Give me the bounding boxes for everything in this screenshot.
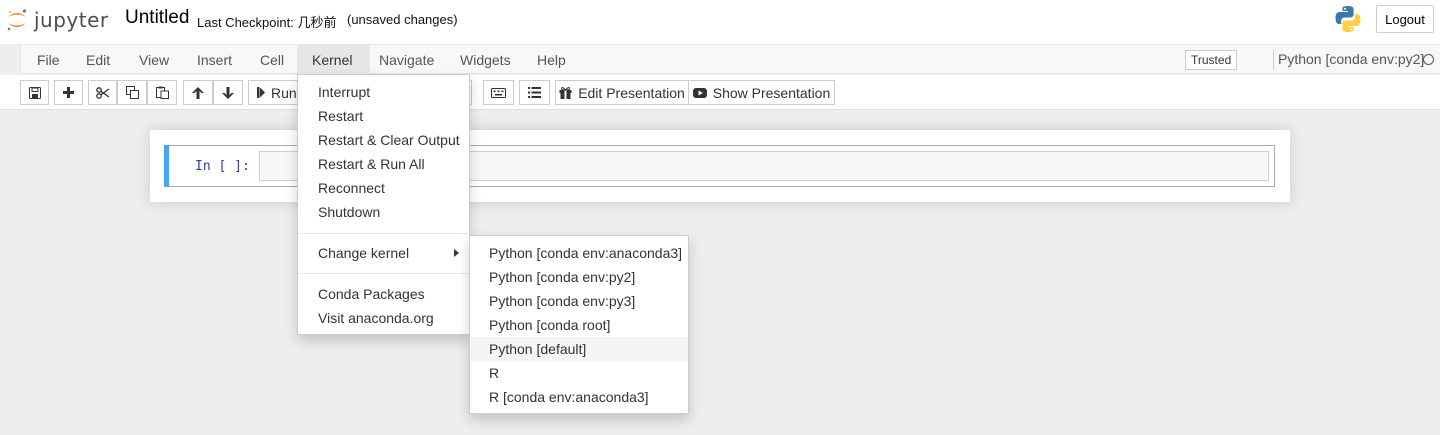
- paste-icon: [155, 86, 169, 99]
- move-cell-up-button[interactable]: [183, 80, 213, 105]
- menu-kernel[interactable]: Kernel: [297, 45, 370, 74]
- menu-item-restart-run-all[interactable]: Restart & Run All: [298, 152, 469, 176]
- menu-item-visit-anaconda[interactable]: Visit anaconda.org: [298, 306, 469, 330]
- change-kernel-label: Change kernel: [318, 245, 410, 261]
- trusted-badge[interactable]: Trusted: [1185, 50, 1238, 70]
- menu-cell[interactable]: Cell: [245, 45, 299, 74]
- menu-item-reconnect[interactable]: Reconnect: [298, 176, 469, 200]
- notebook-title[interactable]: Untitled: [125, 7, 189, 29]
- menu-item-shutdown[interactable]: Shutdown: [298, 200, 469, 224]
- arrow-down-icon: [222, 86, 234, 99]
- copy-icon: [125, 86, 139, 99]
- last-checkpoint: Last Checkpoint: 几秒前: [197, 15, 337, 30]
- show-presentation-label: Show Presentation: [712, 84, 831, 101]
- show-presentation-button[interactable]: Show Presentation: [688, 80, 835, 105]
- menu-item-interrupt[interactable]: Interrupt: [298, 80, 469, 104]
- change-kernel-submenu: Python [conda env:anaconda3] Python [con…: [469, 235, 689, 414]
- jupyter-logo-icon: [6, 8, 28, 32]
- kernel-dropdown-menu: Interrupt Restart Restart & Clear Output…: [297, 74, 470, 335]
- table-of-contents-button[interactable]: [519, 80, 550, 105]
- kernel-idle-indicator-icon: [1423, 54, 1434, 65]
- python-logo-icon: [1333, 4, 1363, 34]
- menu-item-change-kernel[interactable]: Change kernel: [298, 241, 469, 265]
- menubar: File Edit View Insert Cell Kernel Naviga…: [20, 44, 1440, 74]
- edit-presentation-button[interactable]: Edit Presentation: [555, 80, 689, 105]
- youtube-play-icon: [692, 87, 707, 98]
- menu-divider: [298, 273, 469, 274]
- copy-cell-button[interactable]: [117, 80, 147, 105]
- menu-item-restart-clear-output[interactable]: Restart & Clear Output: [298, 128, 469, 152]
- menu-divider: [298, 233, 469, 234]
- caret-right-icon: [454, 249, 459, 257]
- floppy-disk-icon: [28, 86, 41, 99]
- kernel-separator: [1273, 50, 1274, 70]
- kernel-option-r-anaconda3[interactable]: R [conda env:anaconda3]: [470, 385, 688, 409]
- logout-button[interactable]: Logout: [1376, 5, 1434, 33]
- toolbar: Run Edit Presentation Show Presentation: [0, 75, 1440, 110]
- menu-navigate[interactable]: Navigate: [364, 45, 449, 74]
- paste-cell-button[interactable]: [147, 80, 177, 105]
- insert-cell-button[interactable]: [54, 80, 83, 105]
- edit-presentation-label: Edit Presentation: [578, 84, 685, 101]
- kernel-option-py3[interactable]: Python [conda env:py3]: [470, 289, 688, 313]
- arrow-up-icon: [192, 86, 204, 99]
- keyboard-icon: [491, 87, 506, 98]
- command-palette-button[interactable]: [483, 80, 514, 105]
- kernel-option-r[interactable]: R: [470, 361, 688, 385]
- menu-file[interactable]: File: [22, 45, 75, 74]
- kernel-option-py2[interactable]: Python [conda env:py2]: [470, 265, 688, 289]
- move-cell-down-button[interactable]: [213, 80, 243, 105]
- menu-insert[interactable]: Insert: [182, 45, 247, 74]
- jupyter-logo[interactable]: jupyter: [6, 5, 109, 35]
- jupyter-logo-text: jupyter: [34, 8, 109, 32]
- unsaved-changes-status: (unsaved changes): [347, 12, 458, 27]
- menu-widgets[interactable]: Widgets: [445, 45, 526, 74]
- kernel-option-anaconda3[interactable]: Python [conda env:anaconda3]: [470, 241, 688, 265]
- selected-cell-indicator: [164, 145, 169, 187]
- scissors-icon: [95, 86, 110, 99]
- menu-edit[interactable]: Edit: [71, 45, 125, 74]
- menu-item-conda-packages[interactable]: Conda Packages: [298, 282, 469, 306]
- run-label: Run: [271, 84, 297, 101]
- save-button[interactable]: [20, 80, 49, 105]
- kernel-option-python-default[interactable]: Python [default]: [470, 337, 688, 361]
- cut-cell-button[interactable]: [88, 80, 117, 105]
- menu-help[interactable]: Help: [522, 45, 581, 74]
- input-prompt: In [ ]:: [195, 159, 250, 174]
- header: jupyter Untitled Last Checkpoint: 几秒前 (u…: [0, 0, 1440, 44]
- list-icon: [528, 87, 541, 98]
- gift-icon: [559, 86, 572, 99]
- run-button[interactable]: Run: [248, 80, 300, 105]
- kernel-option-conda-root[interactable]: Python [conda root]: [470, 313, 688, 337]
- plus-icon: [63, 87, 74, 98]
- menu-item-restart[interactable]: Restart: [298, 104, 469, 128]
- menu-view[interactable]: View: [124, 45, 184, 74]
- kernel-name[interactable]: Python [conda env:py2]: [1278, 51, 1424, 67]
- step-forward-icon: [257, 87, 265, 98]
